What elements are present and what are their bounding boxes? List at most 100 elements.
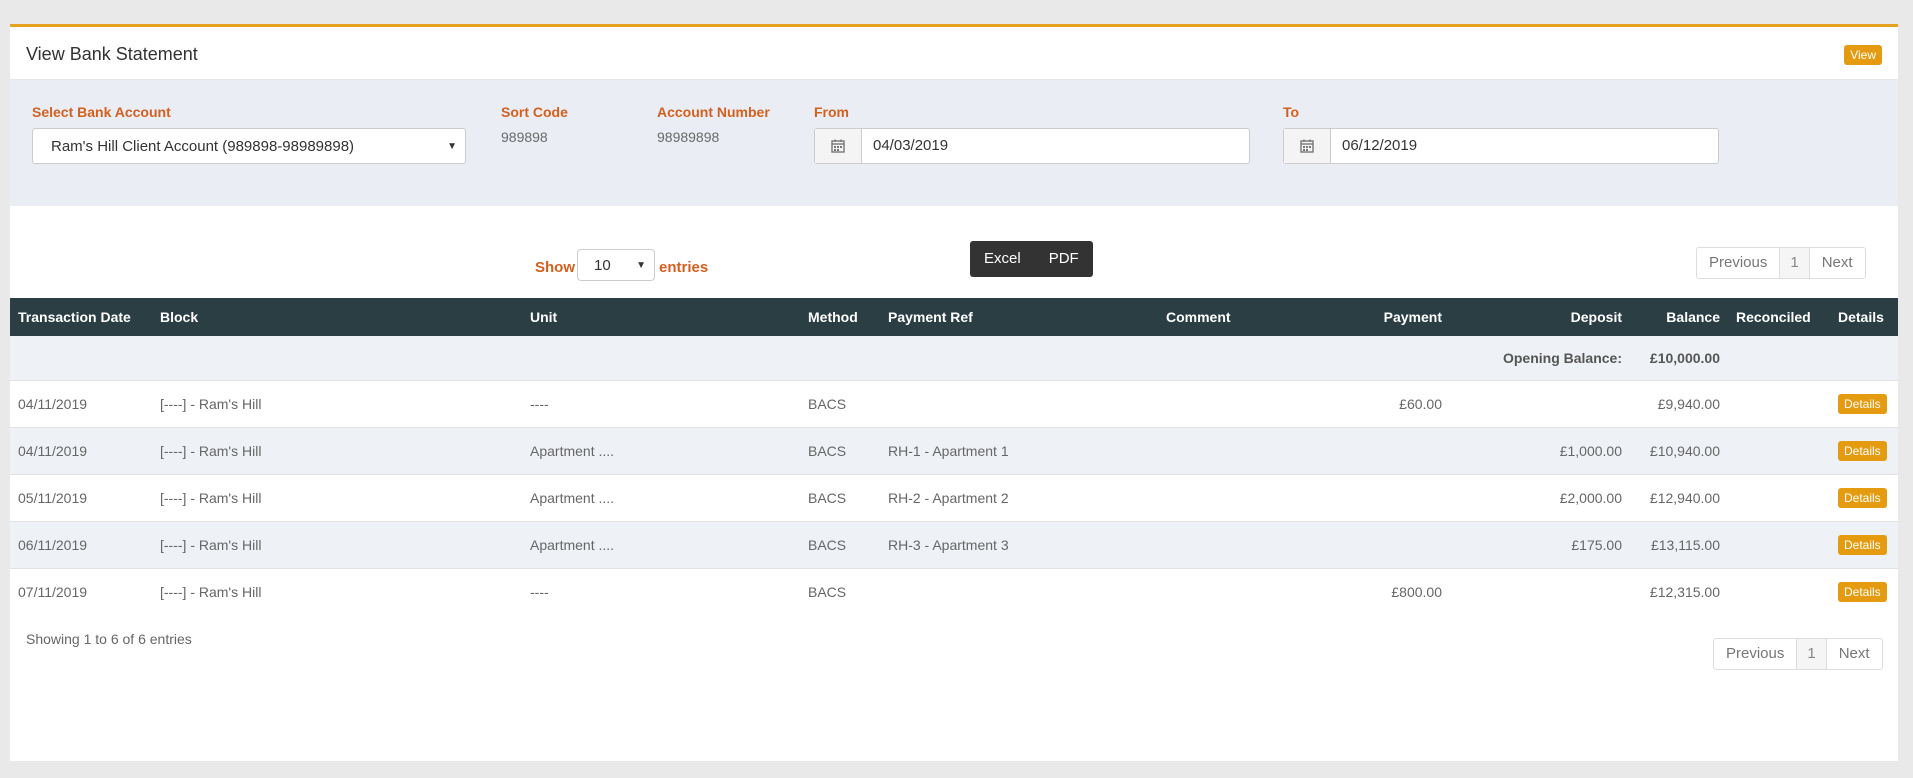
col-reconciled[interactable]: Reconciled (1728, 298, 1830, 336)
table-controls: Show 10 ▼ entries Excel PDF Previous 1 N… (10, 206, 1898, 301)
details-button[interactable]: Details (1838, 582, 1887, 602)
cell-payment (1284, 522, 1450, 569)
table-row: 04/11/2019 [----] - Ram's Hill ---- BACS… (10, 380, 1898, 428)
page-title: View Bank Statement (26, 44, 198, 64)
cell-deposit (1450, 569, 1630, 616)
opening-balance-row: Opening Balance: £10,000.00 (10, 336, 1898, 381)
cell-unit: ---- (530, 396, 549, 412)
cell-unit: Apartment .... (530, 443, 615, 459)
cell-date: 04/11/2019 (18, 396, 88, 412)
cell-unit: Apartment .... (530, 537, 615, 553)
chevron-down-icon: ▼ (447, 141, 457, 152)
cell-block: [----] - Ram's Hill (160, 490, 262, 506)
next-button[interactable]: Next (1810, 248, 1865, 278)
page-1-button[interactable]: 1 (1797, 639, 1827, 669)
cell-payment (1284, 428, 1450, 475)
cell-deposit: £1,000.00 (1559, 443, 1622, 459)
previous-button[interactable]: Previous (1697, 248, 1781, 278)
cell-balance: £12,315.00 (1649, 584, 1720, 600)
view-button[interactable]: View (1844, 45, 1882, 65)
cell-comment (1158, 522, 1284, 569)
opening-balance-value: £10,000.00 (1630, 336, 1728, 381)
cell-reconciled (1728, 475, 1830, 522)
pagination-bottom: Previous 1 Next (1713, 638, 1883, 670)
col-unit[interactable]: Unit (522, 298, 800, 336)
to-date-field[interactable]: 06/12/2019 (1283, 128, 1719, 164)
cell-payment-ref: RH-2 - Apartment 2 (888, 490, 1009, 506)
table-row: 04/11/2019 [----] - Ram's Hill Apartment… (10, 427, 1898, 475)
sort-code-label: Sort Code (501, 104, 568, 120)
cell-deposit (1450, 381, 1630, 428)
account-number-value: 98989898 (657, 129, 720, 145)
from-label: From (814, 104, 849, 120)
cell-unit: ---- (530, 584, 549, 600)
col-block[interactable]: Block (152, 298, 522, 336)
cell-block: [----] - Ram's Hill (160, 443, 262, 459)
cell-method: BACS (808, 584, 847, 600)
cell-deposit: £175.00 (1571, 537, 1622, 553)
entries-label: entries (659, 259, 709, 276)
sort-code-value: 989898 (501, 129, 548, 145)
next-button[interactable]: Next (1827, 639, 1882, 669)
cell-comment (1158, 428, 1284, 475)
cell-reconciled (1728, 569, 1830, 616)
table-row: 07/11/2019 [----] - Ram's Hill ---- BACS… (10, 568, 1898, 616)
calendar-icon[interactable] (1284, 129, 1331, 163)
cell-method: BACS (808, 537, 847, 553)
table-row: 06/11/2019 [----] - Ram's Hill Apartment… (10, 521, 1898, 569)
calendar-icon[interactable] (815, 129, 862, 163)
cell-date: 06/11/2019 (18, 537, 88, 553)
details-button[interactable]: Details (1838, 441, 1887, 461)
page-length-select[interactable]: 10 ▼ (577, 249, 655, 281)
cell-reconciled (1728, 522, 1830, 569)
export-buttons: Excel PDF (970, 241, 1093, 277)
cell-block: [----] - Ram's Hill (160, 537, 262, 553)
cell-date: 07/11/2019 (18, 584, 88, 600)
col-payment-ref[interactable]: Payment Ref (880, 298, 1158, 336)
from-date-value: 04/03/2019 (873, 137, 949, 154)
page-1-button[interactable]: 1 (1780, 248, 1810, 278)
transactions-table: Transaction Date Block Unit Method Payme… (10, 298, 1898, 615)
excel-button[interactable]: Excel (970, 241, 1035, 277)
cell-payment: £800.00 (1391, 584, 1442, 600)
cell-payment: £60.00 (1399, 396, 1442, 412)
cell-comment (1158, 569, 1284, 616)
cell-deposit: £2,000.00 (1559, 490, 1622, 506)
to-date-value: 06/12/2019 (1342, 137, 1418, 154)
col-payment[interactable]: Payment (1284, 298, 1450, 336)
bank-account-select[interactable]: Ram's Hill Client Account (989898-989898… (32, 128, 466, 164)
cell-balance: £9,940.00 (1657, 396, 1720, 412)
cell-balance: £13,115.00 (1650, 537, 1720, 553)
cell-payment-ref: RH-1 - Apartment 1 (888, 443, 1009, 459)
chevron-down-icon: ▼ (636, 260, 646, 271)
col-details[interactable]: Details (1830, 298, 1898, 336)
opening-balance-label: Opening Balance: (10, 336, 1630, 381)
cell-method: BACS (808, 490, 847, 506)
cell-reconciled (1728, 428, 1830, 475)
cell-payment-ref (880, 381, 1158, 428)
from-date-field[interactable]: 04/03/2019 (814, 128, 1250, 164)
table-row: 05/11/2019 [----] - Ram's Hill Apartment… (10, 474, 1898, 522)
pdf-button[interactable]: PDF (1035, 241, 1093, 277)
to-label: To (1283, 104, 1300, 120)
col-transaction-date[interactable]: Transaction Date (10, 298, 152, 336)
col-comment[interactable]: Comment (1158, 298, 1284, 336)
col-balance[interactable]: Balance (1630, 298, 1728, 336)
cell-payment (1284, 475, 1450, 522)
cell-reconciled (1728, 381, 1830, 428)
statement-panel: View Bank Statement View Select Bank Acc… (10, 24, 1898, 761)
previous-button[interactable]: Previous (1714, 639, 1798, 669)
panel-header: View Bank Statement View (10, 27, 1898, 80)
details-button[interactable]: Details (1838, 535, 1887, 555)
details-button[interactable]: Details (1838, 394, 1887, 414)
show-label: Show (535, 259, 575, 276)
col-deposit[interactable]: Deposit (1450, 298, 1630, 336)
col-method[interactable]: Method (800, 298, 880, 336)
cell-method: BACS (808, 443, 847, 459)
details-button[interactable]: Details (1838, 488, 1887, 508)
cell-comment (1158, 475, 1284, 522)
page-length-value: 10 (594, 257, 611, 274)
bank-account-label: Select Bank Account (32, 104, 171, 120)
table-info: Showing 1 to 6 of 6 entries (26, 631, 192, 647)
table-header-row: Transaction Date Block Unit Method Payme… (10, 298, 1898, 336)
